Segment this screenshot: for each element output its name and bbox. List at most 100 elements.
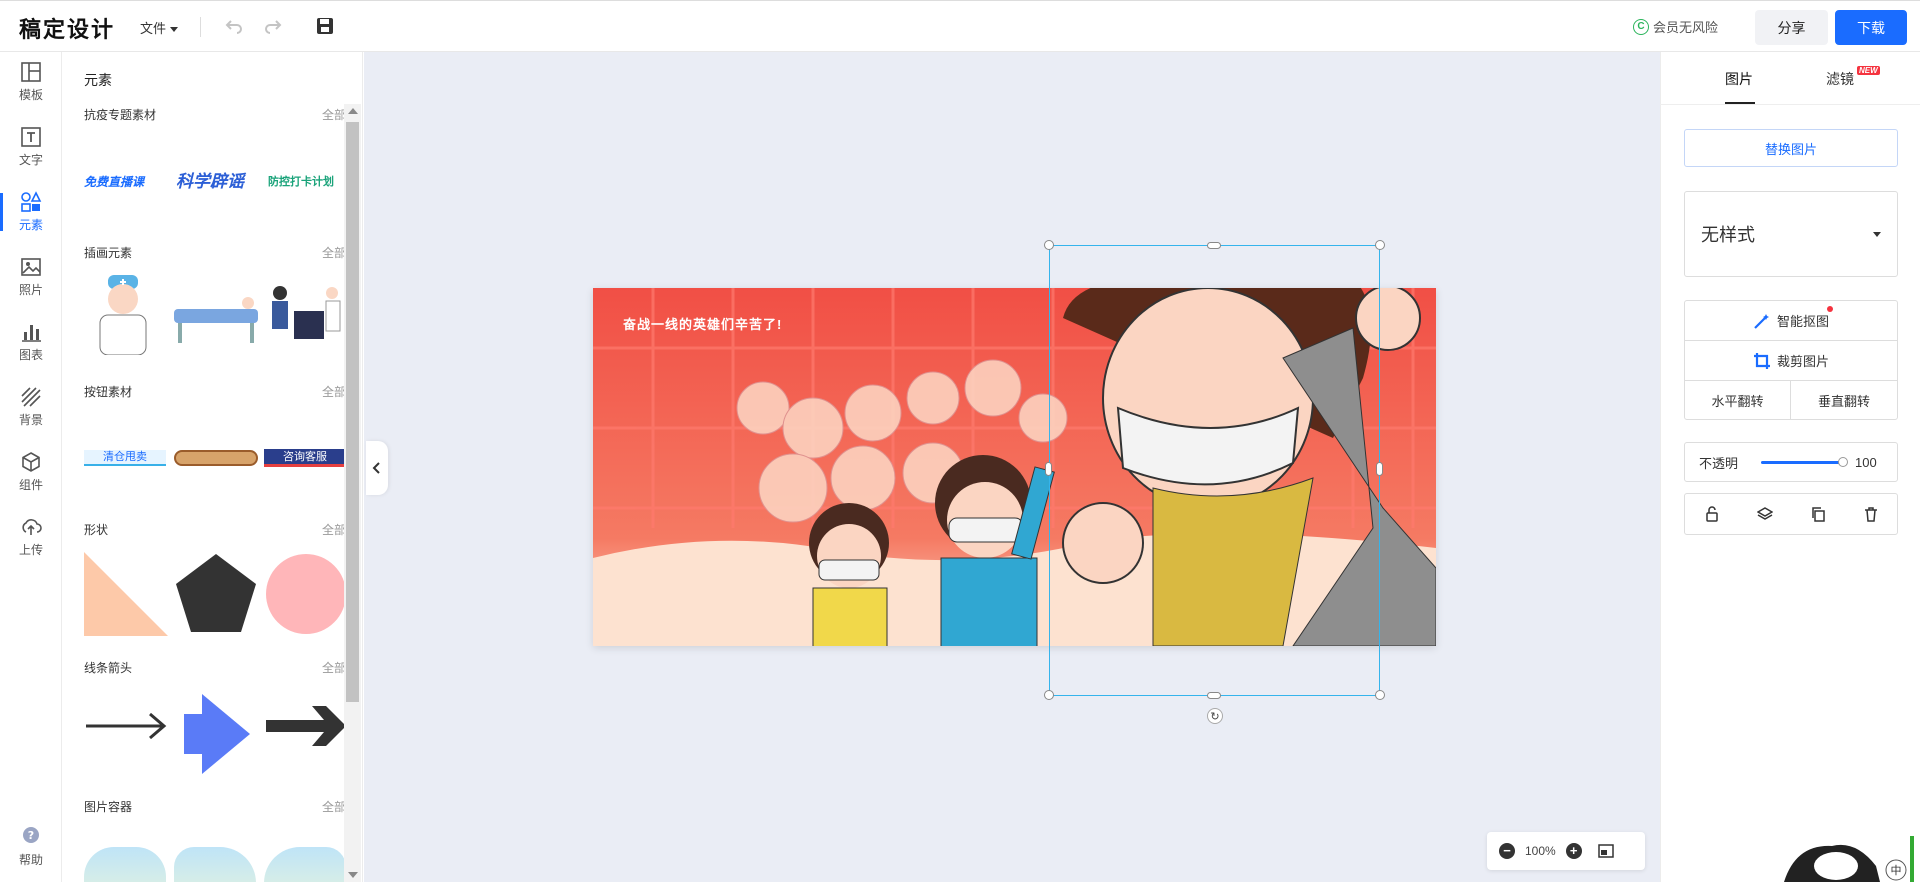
crop-image-button[interactable]: 裁剪图片 <box>1685 341 1897 381</box>
undo-icon[interactable] <box>223 15 245 37</box>
chevron-arrow-shape[interactable] <box>264 702 348 750</box>
zoom-out-button[interactable]: − <box>1499 843 1515 859</box>
section-all-link[interactable]: 全部 <box>322 244 346 261</box>
section-all-link[interactable]: 全部 <box>322 521 346 538</box>
vip-guarantee[interactable]: C 会员无风险 <box>1633 17 1718 36</box>
zoom-level: 100% <box>1525 844 1556 858</box>
flip-horizontal-button[interactable]: 水平翻转 <box>1685 381 1791 420</box>
resize-handle[interactable] <box>1207 692 1221 699</box>
scroll-thumb[interactable] <box>346 122 359 702</box>
rail-item-chart[interactable]: 图表 <box>0 315 62 369</box>
redo-icon[interactable] <box>262 15 284 37</box>
resize-handle[interactable] <box>1376 462 1383 476</box>
rail-label: 照片 <box>18 283 43 297</box>
opacity-slider[interactable] <box>1761 456 1848 467</box>
image-container-item[interactable] <box>84 847 166 882</box>
section-buttons: 按钮素材 全部 清仓甩卖 咨询客服 <box>84 383 346 500</box>
smart-cutout-button[interactable]: 智能抠图 <box>1685 301 1897 341</box>
rotate-icon[interactable]: ↻ <box>1207 708 1223 724</box>
circle-shape[interactable] <box>264 552 348 636</box>
trash-icon[interactable] <box>1863 506 1879 522</box>
rail-item-template[interactable]: 模板 <box>0 55 62 109</box>
section-arrows: 线条箭头 全部 <box>84 659 346 776</box>
button-sticker[interactable]: 咨询客服 <box>264 449 346 467</box>
sticker-item[interactable]: 免费直播课 <box>84 173 144 190</box>
triangle-shape[interactable] <box>84 552 168 636</box>
scroll-down-icon[interactable] <box>348 872 358 878</box>
section-epidemic: 抗疫专题素材 全部 免费直播课 科学辟谣 防控打卡计划 <box>84 106 346 243</box>
download-button[interactable]: 下载 <box>1835 10 1907 45</box>
layers-icon[interactable] <box>1756 506 1773 522</box>
elements-panel: 元素 抗疫专题素材 全部 免费直播课 科学辟谣 防控打卡计划 插画元素 全部 按钮素… <box>63 52 363 882</box>
section-image-containers: 图片容器 全部 <box>84 798 346 882</box>
hospital-bed-illustration[interactable] <box>172 289 260 349</box>
zoom-controls: − 100% + <box>1487 832 1645 870</box>
layer-tools <box>1684 493 1898 535</box>
rail-item-help[interactable]: ? 帮助 <box>0 820 62 874</box>
notification-dot <box>1827 306 1833 312</box>
rail-label: 模板 <box>18 88 43 102</box>
poster-headline[interactable]: 奋战一线的英雄们辛苦了! <box>623 314 782 333</box>
component-icon <box>22 452 40 472</box>
section-all-link[interactable]: 全部 <box>322 798 346 815</box>
image-container-item[interactable] <box>174 847 256 882</box>
selection-box[interactable] <box>1049 245 1380 696</box>
share-button[interactable]: 分享 <box>1755 10 1828 45</box>
line-arrow-shape[interactable] <box>84 706 168 746</box>
scroll-up-icon[interactable] <box>348 108 358 114</box>
unlock-icon[interactable] <box>1704 506 1720 522</box>
collapse-panel-button[interactable] <box>366 441 388 495</box>
flip-vertical-button[interactable]: 垂直翻转 <box>1791 381 1897 420</box>
rail-item-component[interactable]: 组件 <box>0 445 62 499</box>
elements-icon <box>21 191 42 212</box>
replace-image-button[interactable]: 替换图片 <box>1684 129 1898 167</box>
image-container-item[interactable] <box>264 847 346 882</box>
smart-cutout-label: 智能抠图 <box>1776 314 1829 329</box>
assistant-mascot[interactable]: 中 <box>1776 836 1916 882</box>
section-all-link[interactable]: 全部 <box>322 383 346 400</box>
rail-label: 上传 <box>18 543 43 557</box>
minimap-icon[interactable] <box>1597 844 1614 858</box>
button-sticker[interactable]: 清仓甩卖 <box>84 450 166 466</box>
rail-item-text[interactable]: 文字 <box>0 120 62 174</box>
resize-handle[interactable] <box>1044 690 1054 700</box>
opacity-value[interactable]: 100 <box>1855 455 1877 470</box>
section-all-link[interactable]: 全部 <box>322 106 346 123</box>
resize-handle[interactable] <box>1375 240 1385 250</box>
style-select[interactable]: 无样式 <box>1684 191 1898 277</box>
resize-handle[interactable] <box>1045 462 1052 476</box>
section-title: 图片容器 <box>84 800 133 814</box>
section-illustrations: 插画元素 全部 <box>84 244 346 361</box>
magic-wand-icon <box>1754 313 1769 329</box>
block-arrow-shape[interactable] <box>182 692 252 776</box>
resize-handle[interactable] <box>1207 242 1221 249</box>
rail-item-upload[interactable]: 上传 <box>0 510 62 564</box>
rail-item-photo[interactable]: 照片 <box>0 250 62 304</box>
app-logo[interactable]: 稿定设计 <box>19 12 115 44</box>
button-sticker[interactable] <box>174 450 258 466</box>
rail-item-elements[interactable]: 元素 <box>0 185 62 239</box>
pentagon-shape[interactable] <box>174 552 258 636</box>
tab-image[interactable]: 图片 <box>1725 69 1753 89</box>
tab-filter[interactable]: 滤镜 <box>1826 69 1854 89</box>
rail-label: 背景 <box>18 413 43 427</box>
copy-icon[interactable] <box>1810 506 1826 522</box>
opacity-slider-knob[interactable] <box>1838 456 1848 467</box>
file-menu[interactable]: 文件 <box>140 18 179 37</box>
rail-label: 帮助 <box>18 853 43 867</box>
section-all-link[interactable]: 全部 <box>322 659 346 676</box>
rail-item-background[interactable]: 背景 <box>0 380 62 434</box>
zoom-in-button[interactable]: + <box>1565 843 1582 859</box>
sticker-item[interactable]: 科学辟谣 <box>176 167 244 192</box>
save-icon[interactable] <box>314 15 336 37</box>
sticker-item[interactable]: 防控打卡计划 <box>268 173 334 189</box>
panel-scrollbar[interactable] <box>344 104 361 882</box>
resize-handle[interactable] <box>1375 690 1385 700</box>
office-illustration[interactable] <box>264 283 346 349</box>
doctor-illustration[interactable] <box>84 273 164 355</box>
chart-icon <box>22 325 41 342</box>
file-menu-label: 文件 <box>140 21 167 36</box>
section-items <box>84 676 346 776</box>
rail-label: 元素 <box>18 218 43 232</box>
resize-handle[interactable] <box>1044 240 1054 250</box>
